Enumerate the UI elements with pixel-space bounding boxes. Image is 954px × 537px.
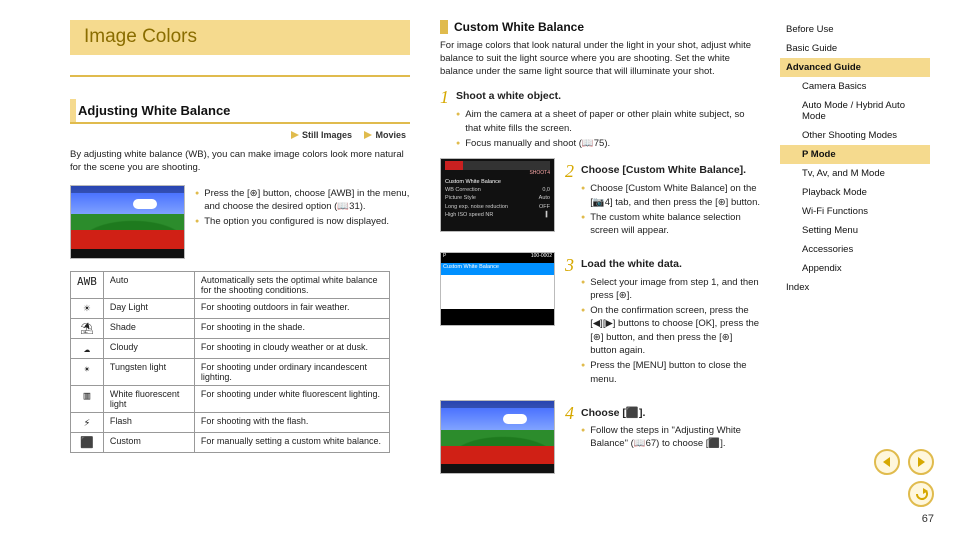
toc-link[interactable]: Tv, Av, and M Mode [780,164,930,183]
wb-icon: ☀ [71,298,104,318]
wb-desc: Automatically sets the optimal white bal… [194,271,389,298]
triangle-left-icon [881,456,893,468]
toc-link[interactable]: Accessories [780,240,930,259]
toc-link[interactable]: Advanced Guide [780,58,930,77]
wb-name: Shade [103,318,194,338]
wb-table: AWBAutoAutomatically sets the optimal wh… [70,271,390,453]
section-title: Adjusting White Balance [78,103,230,118]
return-icon [914,488,928,500]
tag-movies: Movies [364,130,406,140]
toc-link[interactable]: Index [780,278,930,297]
wb-desc: For shooting outdoors in fair weather. [194,298,389,318]
wb-name: Tungsten light [103,358,194,385]
figure-camera-preview [70,185,185,259]
wb-icon: ✴ [71,358,104,385]
toc-link[interactable]: Appendix [780,259,930,278]
toc-link[interactable]: Wi-Fi Functions [780,202,930,221]
toc-link[interactable]: Camera Basics [780,77,930,96]
step-3-body: Select your image from step 1, and then … [581,276,760,386]
toc-link[interactable]: Playback Mode [780,183,930,202]
page-nav: 67 [874,449,934,525]
toc-link[interactable]: Other Shooting Modes [780,126,930,145]
table-row: ▥White fluorescent lightFor shooting und… [71,385,390,412]
bullet: Press the [MENU] button to close the men… [581,359,760,386]
wb-name: Cloudy [103,338,194,358]
bullet: Aim the camera at a sheet of paper or ot… [456,108,760,135]
table-row: ⬛CustomFor manually setting a custom whi… [71,432,390,452]
wb-name: White fluorescent light [103,385,194,412]
wb-name: Custom [103,432,194,452]
section-custom-wb: Custom White Balance [440,20,760,34]
table-row: ⛱ShadeFor shooting in the shade. [71,318,390,338]
wb-icon: ▥ [71,385,104,412]
wb-name: Flash [103,412,194,432]
wb-icon: AWB [71,271,104,298]
table-row: ✴Tungsten lightFor shooting under ordina… [71,358,390,385]
toc-link[interactable]: P Mode [780,145,930,164]
toc-link[interactable]: Basic Guide [780,39,930,58]
wb-desc: For shooting under white fluorescent lig… [194,385,389,412]
bullet: Choose [Custom White Balance] on the [📷4… [581,182,760,209]
step-4-body: Follow the steps in "Adjusting White Bal… [581,424,760,451]
table-of-contents: Before UseBasic GuideAdvanced GuideCamer… [780,20,930,297]
step-4-number: 4 [565,404,581,422]
step-3-number: 3 [565,256,581,274]
table-row: ⚡FlashFor shooting with the flash. [71,412,390,432]
wb-desc: For shooting with the flash. [194,412,389,432]
figure-menu-screen: SHOOT4 Custom White Balance WB Correctio… [440,158,555,232]
wb-desc: For manually setting a custom white bala… [194,432,389,452]
step-2-number: 2 [565,162,581,180]
figure-white-data: P100-0002 Custom White Balance [440,252,555,326]
table-row: ☀Day LightFor shooting outdoors in fair … [71,298,390,318]
wb-icon: ⬛ [71,432,104,452]
bullet: The custom white balance selection scree… [581,211,760,238]
step-bullets: Press the [⊛] button, choose [AWB] in th… [195,185,410,231]
bullet: Follow the steps in "Adjusting White Bal… [581,424,760,451]
section-adjusting-wb: Adjusting White Balance [70,99,410,124]
step-1-title: Shoot a white object. [456,90,561,106]
applies-to-tags: Still Images Movies [70,130,406,141]
prev-page-button[interactable] [874,449,900,475]
wb-desc: For shooting under ordinary incandescent… [194,358,389,385]
wb-desc: For shooting in cloudy weather or at dus… [194,338,389,358]
wb-icon: ⚡ [71,412,104,432]
toc-link[interactable]: Auto Mode / Hybrid Auto Mode [780,96,930,126]
chapter-rule [70,75,410,77]
tag-still: Still Images [291,130,352,140]
step-3-title: Load the white data. [581,258,682,274]
step-2-body: Choose [Custom White Balance] on the [📷4… [581,182,760,237]
next-page-button[interactable] [908,449,934,475]
intro-text: By adjusting white balance (WB), you can… [70,149,410,175]
chapter-title: Image Colors [70,20,410,55]
wb-icon: ⛱ [71,318,104,338]
page-number: 67 [874,513,934,525]
step-4-title: Choose [⬛]. [581,406,645,422]
table-row: ☁CloudyFor shooting in cloudy weather or… [71,338,390,358]
toc-link[interactable]: Setting Menu [780,221,930,240]
figure-camera-preview-2 [440,400,555,474]
wb-name: Auto [103,271,194,298]
bullet: Focus manually and shoot (📖75). [456,137,760,150]
triangle-right-icon [915,456,927,468]
bullet: On the confirmation screen, press the [◀… [581,304,760,357]
table-row: AWBAutoAutomatically sets the optimal wh… [71,271,390,298]
toc-link[interactable]: Before Use [780,20,930,39]
bullet: Select your image from step 1, and then … [581,276,760,303]
step-1-body: Aim the camera at a sheet of paper or ot… [456,108,760,150]
step-2-title: Choose [Custom White Balance]. [581,164,746,180]
custom-wb-intro: For image colors that look natural under… [440,40,760,78]
wb-desc: For shooting in the shade. [194,318,389,338]
return-button[interactable] [908,481,934,507]
step-1-number: 1 [440,88,456,106]
wb-name: Day Light [103,298,194,318]
wb-icon: ☁ [71,338,104,358]
